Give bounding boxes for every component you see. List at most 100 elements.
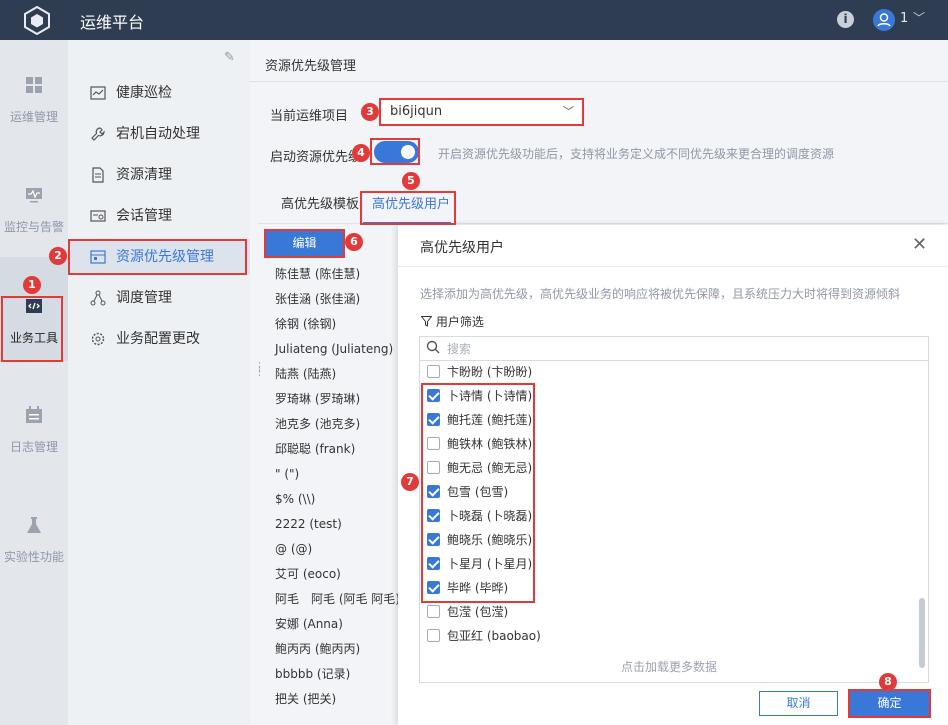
annotation-badge: 5: [402, 172, 420, 190]
annotation-box: [68, 239, 247, 275]
grid-icon: [26, 77, 42, 93]
menu-item-resource-cleanup[interactable]: 资源清理: [68, 157, 250, 193]
checkbox[interactable]: [427, 629, 440, 642]
annotation-badge: 1: [23, 276, 41, 294]
menu-item-health-check[interactable]: 健康巡检: [68, 75, 250, 111]
list-item: 陈佳慧 (陈佳慧): [275, 267, 361, 281]
app-title: 运维平台: [80, 13, 145, 32]
list-item: 张佳涵 (张佳涵): [275, 292, 361, 306]
info-icon[interactable]: i: [837, 11, 854, 28]
option-label: 卞盼盼 (卞盼盼): [447, 365, 533, 379]
menu-label: 业务配置更改: [116, 331, 200, 347]
tab-high-priority-template[interactable]: 高优先级模板: [281, 193, 359, 212]
checkbox[interactable]: [427, 365, 440, 378]
checkbox[interactable]: [427, 605, 440, 618]
high-priority-user-list: 陈佳慧 (陈佳慧) 张佳涵 (张佳涵) 徐钢 (徐钢) Juliateng (J…: [275, 262, 400, 712]
search-placeholder: 搜索: [447, 342, 472, 356]
list-item: 艾可 (eoco): [275, 567, 341, 581]
nodes-icon: [90, 290, 106, 306]
list-item: 安娜 (Anna): [275, 617, 343, 631]
rail-label: 运维管理: [9, 110, 58, 124]
user-option[interactable]: 包亚红 (baobao): [427, 629, 541, 645]
list-item: 罗琦琳 (罗琦琳): [275, 392, 361, 406]
list-item: 徐钢 (徐钢): [275, 317, 337, 331]
close-icon[interactable]: ✕: [912, 234, 927, 255]
rail-label: 实验性功能: [3, 550, 64, 564]
annotation-badge: 6: [345, 233, 363, 251]
list-item: bbbbb (记录): [275, 667, 351, 681]
calendar-icon: [26, 406, 42, 423]
option-label: 包滢 (包滢): [447, 605, 509, 619]
annotation-box: [421, 383, 535, 603]
list-item: 2222 (test): [275, 517, 342, 531]
list-item: $% (\\): [275, 492, 316, 506]
divider: [250, 81, 948, 82]
annotation-badge: 4: [352, 144, 370, 162]
menu-item-auto-recovery[interactable]: 宕机自动处理: [68, 116, 250, 152]
cancel-button[interactable]: 取消: [759, 691, 838, 716]
rail-item-experimental[interactable]: 实验性功能: [0, 515, 68, 565]
avatar[interactable]: [873, 9, 895, 31]
menu-item-session-mgmt[interactable]: 会话管理: [68, 198, 250, 234]
resize-handle[interactable]: ⋮ ⋮: [254, 361, 265, 377]
menu-label: 调度管理: [116, 290, 172, 306]
panel-description: 选择添加为高优先级，高优先级业务的响应将被优先保障，且系统压力大时将得到资源倾斜: [420, 287, 901, 301]
nav-rail: [0, 40, 68, 725]
list-item: 把关 (把关): [275, 692, 337, 706]
annotation-box: [360, 191, 456, 225]
menu-label: 宕机自动处理: [116, 126, 200, 142]
flask-icon: [27, 517, 41, 533]
search-input[interactable]: [419, 336, 929, 361]
rail-item-monitor[interactable]: 监控与告警: [0, 185, 68, 235]
list-item: 池克多 (池克多): [275, 417, 361, 431]
annotation-badge: 8: [879, 673, 897, 691]
page-title: 资源优先级管理: [265, 59, 357, 74]
annotation-badge: 2: [49, 247, 67, 265]
chevron-down-icon[interactable]: ﹀: [913, 9, 925, 26]
list-item: 陆燕 (陆燕): [275, 367, 337, 381]
enable-priority-hint: 开启资源优先级功能后，支持将业务定义成不同优先级来更合理的调度资源: [438, 147, 835, 161]
annotation-box: [264, 229, 345, 258]
user-option[interactable]: 包滢 (包滢): [427, 605, 508, 621]
annotation-box: [379, 98, 584, 126]
rail-label: 日志管理: [9, 440, 58, 454]
wrench-icon: [91, 127, 105, 141]
annotation-badge: 3: [361, 103, 379, 121]
list-item: 阿毛 阿毛 (阿毛 阿毛): [275, 592, 400, 606]
annotation-box: [1, 296, 63, 362]
monitor-icon: [26, 188, 42, 203]
project-label: 当前运维项目: [270, 109, 349, 124]
annotation-box: [848, 689, 931, 718]
menu-item-scheduling[interactable]: 调度管理: [68, 280, 250, 316]
rail-item-logs[interactable]: 日志管理: [0, 405, 68, 455]
chart-icon: [90, 86, 106, 100]
list-item: Juliateng (Juliateng): [275, 342, 394, 356]
menu-label: 资源清理: [116, 167, 172, 183]
load-more-link[interactable]: 点击加载更多数据: [621, 658, 717, 675]
settings-icon: [91, 332, 105, 346]
scrollbar[interactable]: [919, 598, 925, 668]
session-icon: [90, 210, 106, 222]
list-item: " ("): [275, 467, 300, 481]
menu-label: 健康巡检: [116, 85, 172, 101]
list-item: 邱聪聪 (frank): [275, 442, 356, 456]
user-name[interactable]: 1: [900, 11, 908, 26]
filter-icon: [420, 316, 433, 327]
option-label: 包亚红 (baobao): [447, 629, 541, 643]
annotation-badge: 7: [401, 473, 419, 491]
menu-label: 会话管理: [116, 208, 172, 224]
rail-label: 监控与告警: [3, 220, 64, 234]
enable-priority-label: 启动资源优先级: [270, 150, 362, 165]
search-icon: [426, 340, 440, 354]
user-option[interactable]: 卞盼盼 (卞盼盼): [427, 365, 532, 381]
document-icon: [92, 167, 104, 183]
logo-icon: [24, 5, 50, 35]
rail-item-ops[interactable]: 运维管理: [0, 75, 68, 125]
divider: [398, 266, 948, 267]
menu-item-biz-config[interactable]: 业务配置更改: [68, 321, 250, 357]
list-item: @ (@): [275, 542, 313, 556]
annotation-box: [370, 138, 420, 165]
pin-icon[interactable]: ✎: [224, 50, 235, 65]
user-filter-label[interactable]: 用户筛选: [420, 313, 484, 330]
filter-text: 用户筛选: [435, 315, 484, 329]
